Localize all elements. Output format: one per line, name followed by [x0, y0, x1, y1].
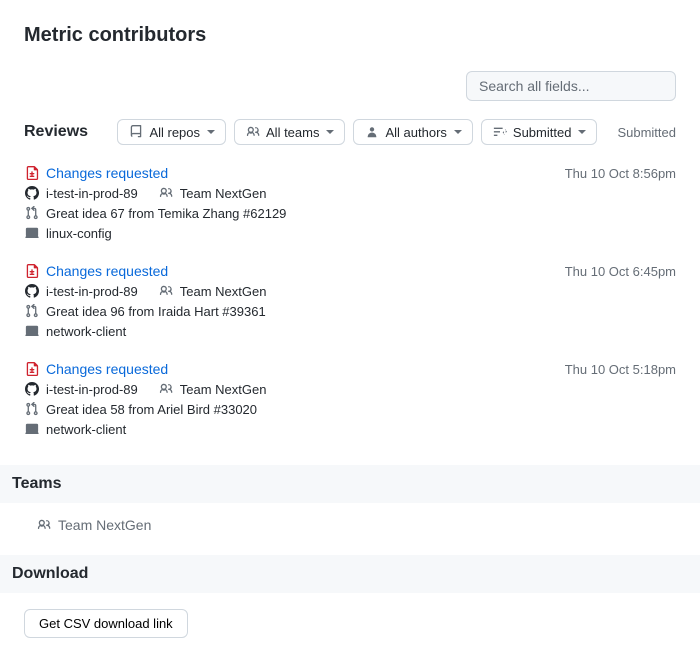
download-body: Get CSV download link	[24, 593, 676, 638]
filter-teams-label: All teams	[266, 125, 319, 140]
review-project: network-client	[46, 324, 126, 339]
file-diff-icon	[24, 361, 40, 377]
review-status-link[interactable]: Changes requested	[46, 165, 168, 181]
review-team: Team NextGen	[180, 186, 267, 201]
sort-column-label: Submitted	[617, 125, 676, 140]
review-list: Changes requested Thu 10 Oct 8:56pm i-test…	[24, 155, 676, 449]
person-icon	[364, 124, 380, 140]
review-repo: i-test-in-prod-89	[46, 382, 138, 397]
github-icon	[24, 283, 40, 299]
teams-body: Team NextGen	[24, 503, 676, 539]
file-diff-icon	[24, 263, 40, 279]
review-pr-title: Great idea 58 from Ariel Bird #33020	[46, 402, 257, 417]
github-icon	[24, 381, 40, 397]
git-pull-request-icon	[24, 401, 40, 417]
filter-authors[interactable]: All authors	[353, 119, 472, 145]
review-item: Changes requested Thu 10 Oct 6:45pm i-test…	[24, 253, 676, 351]
filter-repos-label: All repos	[149, 125, 200, 140]
sort-icon	[492, 124, 508, 140]
review-time: Thu 10 Oct 5:18pm	[565, 362, 676, 377]
caret-icon	[454, 130, 462, 134]
people-icon	[245, 124, 261, 140]
people-icon	[158, 283, 174, 299]
filter-authors-label: All authors	[385, 125, 446, 140]
reviews-header: Reviews All repos All teams All authors …	[24, 113, 676, 151]
review-pr-title: Great idea 96 from Iraida Hart #39361	[46, 304, 266, 319]
laptop-icon	[24, 421, 40, 437]
file-diff-icon	[24, 165, 40, 181]
review-pr-title: Great idea 67 from Temika Zhang #62129	[46, 206, 286, 221]
laptop-icon	[24, 225, 40, 241]
reviews-title: Reviews	[24, 123, 88, 141]
review-time: Thu 10 Oct 8:56pm	[565, 166, 676, 181]
filter-sort[interactable]: Submitted	[481, 119, 598, 145]
review-item: Changes requested Thu 10 Oct 8:56pm i-test…	[24, 155, 676, 253]
caret-icon	[578, 130, 586, 134]
git-pull-request-icon	[24, 303, 40, 319]
download-section-title: Download	[0, 555, 700, 593]
review-repo: i-test-in-prod-89	[46, 186, 138, 201]
team-name[interactable]: Team NextGen	[58, 517, 151, 533]
review-status-link[interactable]: Changes requested	[46, 263, 168, 279]
review-team: Team NextGen	[180, 382, 267, 397]
review-item: Changes requested Thu 10 Oct 5:18pm i-test…	[24, 351, 676, 449]
page-title: Metric contributors	[24, 24, 676, 47]
csv-download-button[interactable]: Get CSV download link	[24, 609, 188, 638]
search-input[interactable]	[466, 71, 676, 101]
review-status-link[interactable]: Changes requested	[46, 361, 168, 377]
git-pull-request-icon	[24, 205, 40, 221]
github-icon	[24, 185, 40, 201]
caret-icon	[207, 130, 215, 134]
filters-group: All repos All teams All authors Submitte…	[117, 119, 597, 145]
filter-sort-label: Submitted	[513, 125, 572, 140]
review-team: Team NextGen	[180, 284, 267, 299]
review-time: Thu 10 Oct 6:45pm	[565, 264, 676, 279]
caret-icon	[326, 130, 334, 134]
laptop-icon	[24, 323, 40, 339]
people-icon	[158, 381, 174, 397]
repo-icon	[128, 124, 144, 140]
filter-repos[interactable]: All repos	[117, 119, 226, 145]
review-project: linux-config	[46, 226, 112, 241]
teams-section-title: Teams	[0, 465, 700, 503]
people-icon	[36, 517, 52, 533]
people-icon	[158, 185, 174, 201]
review-project: network-client	[46, 422, 126, 437]
filter-teams[interactable]: All teams	[234, 119, 345, 145]
search-row	[24, 71, 676, 101]
review-repo: i-test-in-prod-89	[46, 284, 138, 299]
